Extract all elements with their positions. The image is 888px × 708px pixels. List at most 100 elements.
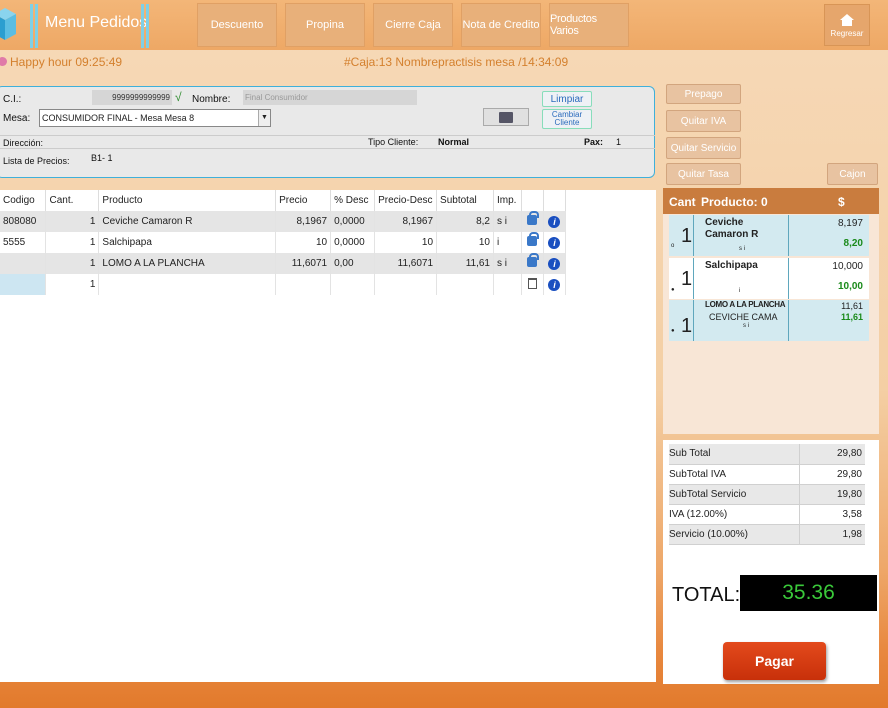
home-label: Regresar bbox=[830, 28, 864, 38]
cell-desc[interactable]: 0,0000 bbox=[330, 232, 376, 253]
bullet-icon: o bbox=[671, 243, 675, 249]
info-icon[interactable]: i bbox=[548, 215, 561, 228]
table-row[interactable]: 5555 1 Salchipapa 10 0,0000 10 10 i i bbox=[0, 232, 567, 253]
cell-codigo: 5555 bbox=[0, 232, 47, 253]
cajon-button[interactable]: Cajon bbox=[827, 163, 878, 185]
cell-codigo bbox=[0, 253, 47, 274]
items-table: Codigo Cant. Producto Precio % Desc Prec… bbox=[0, 190, 567, 295]
col-codigo: Codigo bbox=[0, 190, 47, 211]
cell-desc[interactable]: 0,00 bbox=[330, 253, 376, 274]
cell-cant[interactable]: 1 bbox=[45, 253, 100, 274]
col-producto: Producto bbox=[98, 190, 277, 211]
totals-row: SubTotal IVA 29,80 bbox=[669, 464, 865, 485]
quitar-tasa-button[interactable]: Quitar Tasa bbox=[666, 163, 741, 185]
bullet-icon: ● bbox=[671, 328, 675, 334]
cell-cant[interactable]: 1 bbox=[45, 274, 100, 295]
order-header-producto: Producto: 0 bbox=[701, 195, 768, 209]
cell-subtotal: 11,61 bbox=[436, 253, 494, 274]
lock-icon[interactable] bbox=[527, 253, 540, 267]
pax-label: Pax: bbox=[584, 137, 604, 147]
order-header: Cant Producto: 0 $ bbox=[663, 188, 879, 214]
info-icon[interactable]: i bbox=[548, 278, 561, 291]
totals-value: 3,58 bbox=[798, 504, 865, 525]
divider bbox=[35, 4, 38, 48]
check-icon: √ bbox=[175, 90, 182, 104]
cell-codigo[interactable] bbox=[0, 274, 47, 295]
cell-precio-desc bbox=[374, 274, 438, 295]
table-header-row: Codigo Cant. Producto Precio % Desc Prec… bbox=[0, 190, 567, 211]
tipo-cliente-value: Normal bbox=[438, 137, 470, 147]
divider bbox=[0, 148, 655, 149]
totals-label: SubTotal IVA bbox=[669, 464, 799, 485]
totals-value: 29,80 bbox=[798, 464, 865, 485]
happy-hour-dot-icon bbox=[0, 57, 7, 66]
cell-imp: i bbox=[493, 232, 522, 253]
mesa-select[interactable]: CONSUMIDOR FINAL - Mesa Mesa 8 ▼ bbox=[39, 109, 271, 127]
order-header-cant: Cant bbox=[669, 195, 696, 209]
table-row[interactable]: 1 i bbox=[0, 274, 567, 295]
info-icon[interactable]: i bbox=[548, 257, 561, 270]
totals-row: IVA (12.00%) 3,58 bbox=[669, 504, 865, 525]
totals-label: SubTotal Servicio bbox=[669, 484, 799, 505]
search-client-button[interactable] bbox=[483, 108, 529, 126]
prepago-button[interactable]: Prepago bbox=[666, 84, 741, 104]
bullet-icon: ● bbox=[671, 287, 675, 293]
limpiar-button[interactable]: Limpiar bbox=[542, 91, 592, 107]
descuento-button[interactable]: Descuento bbox=[197, 3, 277, 47]
col-desc: % Desc bbox=[330, 190, 376, 211]
happy-hour-text: Happy hour 09:25:49 bbox=[10, 55, 123, 69]
cell-producto: LOMO A LA PLANCHA bbox=[98, 253, 277, 274]
trash-icon[interactable] bbox=[527, 277, 537, 289]
cell-precio-desc: 8,1967 bbox=[374, 211, 438, 232]
mesa-label: Mesa: bbox=[3, 113, 31, 124]
productos-varios-button[interactable]: Productos Varios bbox=[549, 3, 629, 47]
ci-field[interactable]: 9999999999999 bbox=[92, 90, 172, 105]
nombre-label: Nombre: bbox=[192, 94, 231, 105]
pagar-button[interactable]: Pagar bbox=[723, 642, 826, 680]
order-price: 8,197 bbox=[837, 218, 863, 229]
ci-label: C.I.: bbox=[3, 94, 22, 105]
order-item[interactable]: ● 1 LOMO A LA PLANCHA CEVICHE CAMA s i 1… bbox=[669, 300, 869, 341]
table-row[interactable]: 808080 1 Ceviche Camaron R 8,1967 0,0000… bbox=[0, 211, 567, 232]
lock-icon[interactable] bbox=[527, 211, 540, 225]
cell-cant[interactable]: 1 bbox=[45, 232, 100, 253]
col-action2 bbox=[543, 190, 567, 211]
col-imp: Imp. bbox=[493, 190, 522, 211]
order-item[interactable]: o 1 Ceviche Camaron R s i 8,197 8,20 bbox=[669, 215, 869, 256]
cell-desc[interactable]: 0,0000 bbox=[330, 211, 376, 232]
cambiar-cliente-button[interactable]: Cambiar Cliente bbox=[542, 109, 592, 129]
totals-label: Servicio (10.00%) bbox=[669, 524, 799, 545]
cell-precio-desc: 10 bbox=[374, 232, 438, 253]
cell-cant[interactable]: 1 bbox=[45, 211, 100, 232]
cell-precio: 8,1967 bbox=[275, 211, 332, 232]
col-cant: Cant. bbox=[45, 190, 100, 211]
address-book-icon bbox=[499, 111, 513, 123]
cell-imp bbox=[493, 274, 522, 295]
totals-label: Sub Total bbox=[669, 444, 799, 465]
quitar-iva-button[interactable]: Quitar IVA bbox=[666, 110, 741, 132]
order-qty: 1 bbox=[681, 268, 693, 290]
order-sub: CEVICHE CAMA bbox=[709, 312, 778, 322]
cierre-caja-button[interactable]: Cierre Caja bbox=[373, 3, 453, 47]
lock-icon[interactable] bbox=[527, 232, 540, 246]
divider bbox=[0, 135, 655, 136]
nota-credito-button[interactable]: Nota de Credito bbox=[461, 3, 541, 47]
propina-button[interactable]: Propina bbox=[285, 3, 365, 47]
quitar-servicio-button[interactable]: Quitar Servicio bbox=[666, 137, 741, 159]
mesa-value: CONSUMIDOR FINAL - Mesa Mesa 8 bbox=[42, 113, 195, 123]
table-row[interactable]: 1 LOMO A LA PLANCHA 11,6071 0,00 11,6071… bbox=[0, 253, 567, 274]
order-qty: 1 bbox=[681, 315, 693, 337]
info-icon[interactable]: i bbox=[548, 236, 561, 249]
order-item[interactable]: ● 1 Salchipapa i 10,000 10,00 bbox=[669, 258, 869, 299]
order-panel: Cant Producto: 0 $ o 1 Ceviche Camaron R… bbox=[663, 188, 879, 434]
cell-precio: 10 bbox=[275, 232, 332, 253]
order-qty: 1 bbox=[681, 225, 693, 247]
home-button[interactable]: Regresar bbox=[824, 4, 870, 46]
col-precio: Precio bbox=[275, 190, 332, 211]
col-precio-desc: Precio-Desc bbox=[374, 190, 438, 211]
nombre-field[interactable]: Final Consumidor bbox=[243, 90, 417, 105]
cell-imp: s i bbox=[493, 211, 522, 232]
totals-row: SubTotal Servicio 19,80 bbox=[669, 484, 865, 505]
order-name: Ceviche Camaron R bbox=[705, 217, 759, 240]
lista-precios-value: B1- 1 bbox=[91, 153, 113, 163]
